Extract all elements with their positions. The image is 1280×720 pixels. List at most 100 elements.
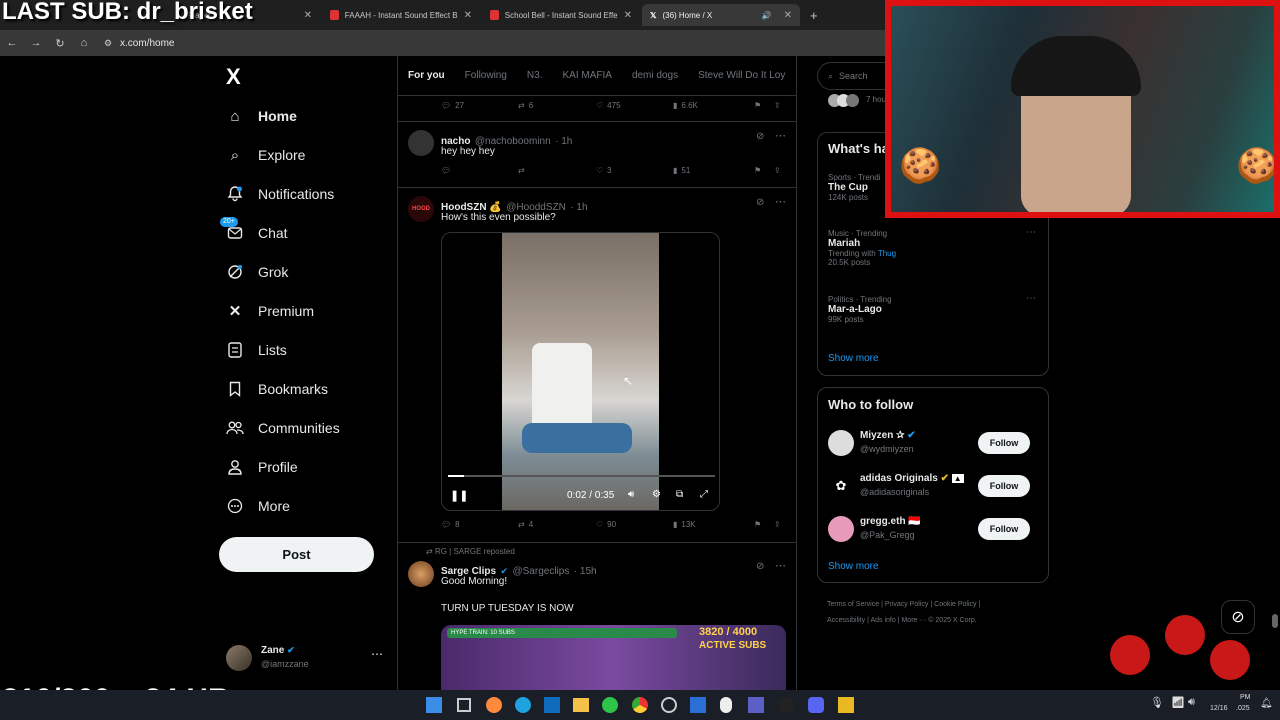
url-field[interactable]: x.com/home [120, 38, 174, 49]
app-icon[interactable] [720, 697, 732, 713]
timestamp[interactable]: · 1h [570, 202, 587, 213]
like-button[interactable]: ♡ 90 [596, 520, 616, 529]
close-icon[interactable]: ✕ [304, 10, 312, 21]
grok-icon[interactable]: ⊘ [756, 131, 764, 142]
post-button[interactable]: Post [219, 537, 374, 572]
volume-icon[interactable]: 🔊︎ [628, 489, 634, 500]
x-logo-icon[interactable]: X [226, 64, 241, 90]
follow-button[interactable]: Follow [978, 475, 1030, 497]
views-button[interactable]: ▮ 6.6K [673, 101, 698, 110]
outlook-icon[interactable] [544, 697, 560, 713]
tweet[interactable]: nacho @nachoboominn · 1h ⊘ ⋯ hey hey hey… [398, 122, 796, 186]
reply-button[interactable]: 💬︎ 27 [441, 101, 464, 110]
nav-home[interactable]: ⌂ Home [226, 101, 296, 131]
home-icon[interactable]: ⌂ [72, 37, 96, 49]
forward-icon[interactable]: → [24, 37, 48, 49]
share-button[interactable]: ⇪ [774, 520, 781, 529]
fullscreen-icon[interactable]: ⤢ [700, 489, 708, 500]
new-tab-button[interactable]: + [802, 4, 822, 26]
tweet[interactable]: ⇄ RG | SARGE reposted Sarge Clips ✔ @Sar… [398, 543, 796, 696]
edge-icon[interactable] [515, 697, 531, 713]
avatar[interactable]: HOOD [408, 196, 434, 222]
more-icon[interactable]: ⋯ [1026, 293, 1036, 304]
avatar[interactable] [408, 561, 434, 587]
mic-icon[interactable]: 🎙︎ [1150, 696, 1164, 709]
site-info-icon[interactable]: ⚙ [96, 38, 120, 49]
bookmark-button[interactable]: ⚑ [754, 101, 761, 110]
show-more-link[interactable]: Show more [828, 353, 879, 364]
footer-link[interactable]: Terms of Service [827, 601, 879, 608]
tab-list[interactable]: N3. [517, 70, 553, 81]
start-icon[interactable] [426, 697, 442, 713]
repost-button[interactable]: ⇄ [518, 166, 525, 175]
clock-date[interactable]: 12/16 [1210, 705, 1228, 712]
nav-profile[interactable]: Profile [226, 452, 298, 482]
tweet-media[interactable]: HYPE TRAIN: 10 SUBS 3820 / 4000 ACTIVE S… [441, 625, 786, 696]
reply-button[interactable]: 💬︎ 8 [441, 520, 460, 529]
show-more-link[interactable]: Show more [828, 561, 879, 572]
footer-link[interactable]: Accessibility [827, 617, 865, 624]
repost-context-text[interactable]: RG | SARGE reposted [435, 547, 515, 556]
xbox-icon[interactable] [602, 697, 618, 713]
volume-icon[interactable]: 🔊︎ [1188, 696, 1195, 709]
repost-button[interactable]: ⇄ 6 [518, 101, 533, 110]
repost-button[interactable]: ⇄ 4 [518, 520, 533, 529]
follow-suggestion[interactable]: ✿ adidas Originals ✔ ▲ @adidasoriginals … [828, 471, 1040, 501]
reply-button[interactable]: 💬︎ [441, 166, 451, 175]
footer-link[interactable]: More ··· [901, 617, 926, 624]
footer-link[interactable]: Privacy Policy [885, 601, 929, 608]
tab-list[interactable]: demi dogs [622, 70, 688, 81]
notification-icon[interactable]: 🔔︎ [1260, 698, 1273, 709]
app-icon[interactable] [838, 697, 854, 713]
tab-list[interactable]: Steve Will Do It Loy [688, 70, 795, 81]
trend-item[interactable]: Politics · Trending Mar-a-Lago 99K posts… [828, 293, 1038, 324]
footer-link[interactable]: Ads info [870, 617, 895, 624]
wifi-icon[interactable]: 📶︎ [1171, 696, 1185, 709]
share-button[interactable]: ⇪ [774, 166, 781, 175]
nav-lists[interactable]: Lists [226, 335, 287, 365]
nav-more[interactable]: More [226, 491, 290, 521]
back-icon[interactable]: ← [0, 37, 24, 49]
timestamp[interactable]: · 1h [555, 136, 572, 147]
tab-list[interactable]: KAI MAFIA [552, 70, 621, 81]
follow-button[interactable]: Follow [978, 432, 1030, 454]
trend-related-link[interactable]: Thug [878, 249, 896, 258]
grok-icon[interactable]: ⊘ [756, 197, 764, 208]
follow-suggestion[interactable]: gregg.eth 🇮🇩 @Pak_Gregg Follow [828, 514, 1040, 544]
tweet[interactable]: HOOD HoodSZN 💰 @HooddSZN · 1h ⊘ ⋯ How's … [398, 188, 796, 542]
views-button[interactable]: ▮ 13K [673, 520, 696, 529]
more-icon[interactable]: ⋯ [775, 195, 786, 208]
bookmark-button[interactable]: ⚑ [754, 520, 761, 529]
more-icon[interactable]: ⋯ [775, 129, 786, 142]
more-icon[interactable]: ⋯ [1026, 227, 1036, 238]
video-progress[interactable] [448, 475, 715, 477]
trend-item[interactable]: Music · Trending Mariah Trending with Th… [828, 227, 1038, 267]
account-switcher[interactable]: Zane ✔ @iamzzane ⋯ [226, 641, 386, 677]
like-button[interactable]: ♡ 475 [596, 101, 621, 110]
nav-chat[interactable]: 20+ Chat [220, 217, 288, 248]
bookmark-button[interactable]: ⚑ [754, 166, 761, 175]
follow-suggestion[interactable]: Miyzen ✰ ✔ @wydmiyzen Follow [828, 428, 1040, 458]
task-view-icon[interactable] [457, 698, 471, 712]
folder-icon[interactable] [573, 698, 589, 712]
nav-grok[interactable]: Grok [226, 257, 288, 287]
tab-following[interactable]: Following [455, 70, 517, 81]
app-icon[interactable] [778, 697, 794, 713]
share-button[interactable]: ⇪ [774, 101, 781, 110]
settings-icon[interactable]: ⚙ [652, 489, 661, 500]
nav-notifications[interactable]: Notifications [226, 179, 334, 209]
tab-for-you[interactable]: For you [398, 70, 455, 81]
grok-icon[interactable]: ⊘ [756, 561, 764, 572]
like-button[interactable]: ♡ 3 [596, 166, 612, 175]
pip-icon[interactable]: ⧉ [676, 489, 683, 500]
nav-premium[interactable]: ✕ Premium [226, 296, 314, 326]
scrollbar[interactable] [1272, 614, 1278, 628]
store-icon[interactable] [690, 697, 706, 713]
views-button[interactable]: ▮ 51 [673, 166, 690, 175]
teams-icon[interactable] [748, 697, 764, 713]
discord-icon[interactable] [808, 697, 824, 713]
timestamp[interactable]: · 15h [574, 566, 597, 577]
browser-tab-active[interactable]: 𝕏 (36) Home / X 🔊 ✕ [642, 4, 800, 26]
app-icon[interactable] [661, 697, 677, 713]
nav-communities[interactable]: Communities [226, 413, 340, 443]
